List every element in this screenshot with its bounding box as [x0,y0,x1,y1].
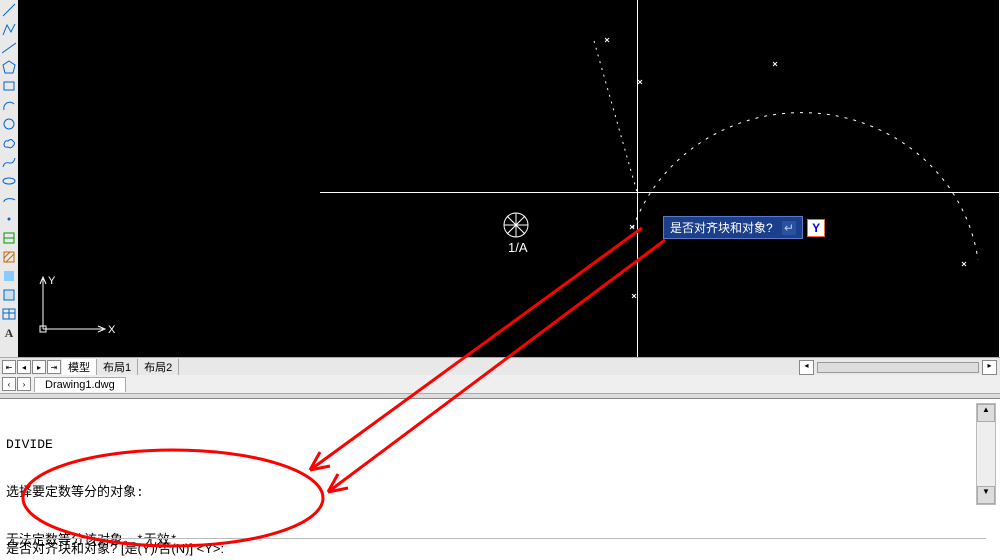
region-icon[interactable] [1,287,17,303]
block-icon[interactable] [1,230,17,246]
tab-layout1[interactable]: 布局1 [97,359,138,375]
cmd-line: DIVIDE [6,437,970,453]
gradient-icon[interactable] [1,268,17,284]
scroll-down-icon[interactable]: ▼ [977,486,995,504]
command-history: DIVIDE 选择要定数等分的对象: 无法定数等分该对象。*无效* 命令: *取… [6,405,970,560]
command-prompt[interactable]: 是否对齐块和对象? [是(Y)/否(N)] <Y>: [6,538,224,557]
command-scrollbar[interactable]: ▲ ▼ [976,403,996,505]
tab-layout2[interactable]: 布局2 [138,359,179,375]
scroll-up-icon[interactable]: ▲ [977,404,995,422]
point-icon[interactable] [1,211,17,227]
polyline-icon[interactable] [1,21,17,37]
layout-scroll-right[interactable]: ▸ [982,360,997,375]
divide-points [18,0,999,357]
table-icon[interactable] [1,306,17,322]
tab-model[interactable]: 模型 [62,359,97,375]
xline-icon[interactable] [1,40,17,56]
hatch-icon[interactable] [1,249,17,265]
dynamic-input-prompt: 是否对齐块和对象? ↵ [663,216,803,239]
dynamic-input-field[interactable]: Y [807,219,825,237]
file-tab-bar: ‹ › Drawing1.dwg [0,375,1000,393]
file-nav-prev[interactable]: ‹ [2,377,16,391]
polygon-icon[interactable] [1,59,17,75]
svg-text:Y: Y [48,275,56,287]
arc-icon[interactable] [1,97,17,113]
enter-icon: ↵ [782,221,796,235]
layout-nav-prev[interactable]: ◂ [17,360,31,374]
draw-toolbar: A [0,0,19,359]
line-icon[interactable] [1,2,17,18]
ellipsearc-icon[interactable] [1,192,17,208]
cmd-line: 选择要定数等分的对象: [6,485,970,501]
ellipse-icon[interactable] [1,173,17,189]
layout-nav-next[interactable]: ▸ [32,360,46,374]
svg-text:X: X [108,324,116,336]
command-window[interactable]: DIVIDE 选择要定数等分的对象: 无法定数等分该对象。*无效* 命令: *取… [0,398,1000,560]
revcloud-icon[interactable] [1,135,17,151]
drawing-canvas[interactable]: 1/A Y X 是否对齐块和对象? ↵ Y [18,0,999,357]
ucs-icon: Y X [28,274,118,347]
dynamic-input[interactable]: 是否对齐块和对象? ↵ Y [663,216,825,239]
block-marker-label: 1/A [508,240,528,255]
layout-scroll-left[interactable]: ◂ [799,360,814,375]
file-tab-nav: ‹ › [2,377,32,391]
circle-icon[interactable] [1,116,17,132]
block-marker [501,210,531,240]
rectangle-icon[interactable] [1,78,17,94]
layout-nav-first[interactable]: ⇤ [2,360,16,374]
layout-tab-bar: ⇤ ◂ ▸ ⇥ 模型 布局1 布局2 ◂ ▸ [0,357,1000,377]
layout-nav-last[interactable]: ⇥ [47,360,61,374]
file-tab-active[interactable]: Drawing1.dwg [34,377,126,392]
hscroll-track[interactable] [817,362,979,373]
layout-tab-nav: ⇤ ◂ ▸ ⇥ [2,360,62,374]
text-icon[interactable]: A [1,325,17,341]
spline-icon[interactable] [1,154,17,170]
file-nav-next[interactable]: › [17,377,31,391]
